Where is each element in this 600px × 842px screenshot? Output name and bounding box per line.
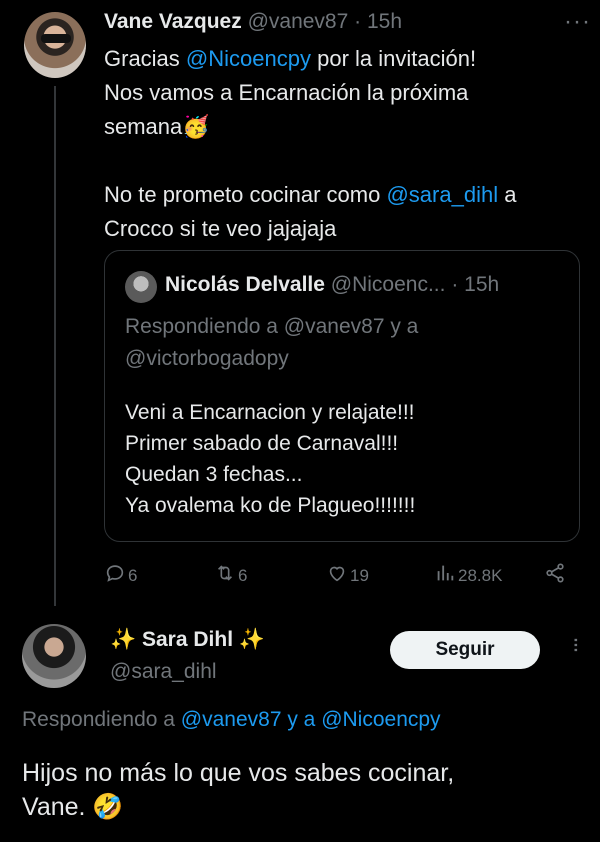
views-button[interactable]: 28.8K [434,562,502,589]
tweet-text: Gracias @Nicoencpy por la invitación! No… [104,42,584,246]
tweet-line: Nos vamos a Encarnación la próxima [104,80,469,105]
separator: · [354,10,362,33]
reply-header: ✨ Sara Dihl ✨ [110,628,265,652]
mention-link[interactable]: @sara_dihl [386,182,498,207]
tweet-line: Gracias @Nicoencpy por la invitación! [104,42,584,76]
views-count: 28.8K [458,565,503,585]
tweet-line: semana🥳 [104,114,210,139]
reply-text: Hijos no más lo que vos sabes cocinar, V… [22,756,582,824]
heart-icon [326,562,348,589]
avatar-sara[interactable] [22,624,86,688]
quote-timestamp: 15h [464,273,500,296]
more-options-icon[interactable]: ··· [562,636,590,651]
quote-line: Primer sabado de Carnaval!!! [125,432,399,455]
reply-button[interactable]: 6 [104,562,137,589]
retweet-count: 6 [238,565,248,585]
quote-header: Nicolás Delvalle @Nicoenc... · 15h [165,273,499,297]
reply-context: Respondiendo a @vanev87 y a @Nicoencpy [22,708,441,732]
quoted-tweet[interactable]: Nicolás Delvalle @Nicoenc... · 15h Respo… [104,250,580,542]
quote-reply-context: Respondiendo a @vanev87 y a @victorbogad… [125,311,565,375]
quote-line: Quedan 3 fechas... [125,463,303,486]
tweet-header: Vane Vazquez @vanev87 · 15h [104,10,402,34]
reply-line: Vane. 🤣 [22,793,124,821]
like-count: 19 [350,565,369,585]
quote-avatar[interactable] [125,271,157,303]
quote-handle: @Nicoenc... [330,273,446,296]
user-handle[interactable]: @vanev87 [248,10,349,33]
sparkle-icon: ✨ [110,628,137,651]
text-segment: No te prometo cocinar como [104,182,387,207]
quote-line: Ya ovalema ko de Plagueo!!!!!!! [125,494,416,517]
tweet-line: Crocco si te veo jajajaja [104,216,337,241]
thread-line [54,86,56,606]
reply-context-line: Respondiendo a @vanev87 y a [125,315,419,338]
quote-line: Veni a Encarnacion y relajate!!! [125,401,415,424]
avatar-vane[interactable] [24,12,86,78]
share-button[interactable] [544,562,566,589]
like-button[interactable]: 19 [326,562,369,589]
reply-context-prefix: Respondiendo a [22,708,181,731]
reply-line: Hijos no más lo que vos sabes cocinar, [22,759,455,787]
separator: · [451,273,459,296]
text-segment: por la invitación! [310,46,477,71]
action-bar: 6 6 19 28.8K [104,556,574,596]
reply-count: 6 [128,565,138,585]
retweet-icon [214,562,236,589]
more-options-icon[interactable]: ··· [564,8,591,36]
reply-context-mentions[interactable]: @vanev87 y a @Nicoencpy [181,708,441,731]
reply-context-line: @victorbogadopy [125,347,289,370]
reply-icon [104,562,126,589]
reply-display-name[interactable]: Sara Dihl [136,628,239,651]
avatar-glasses [41,34,71,43]
timestamp[interactable]: 15h [367,10,402,33]
text-segment: Gracias [104,46,186,71]
sparkle-icon: ✨ [238,628,266,651]
tweet-line: No te prometo cocinar como @sara_dihl a [104,178,584,212]
mention-link[interactable]: @Nicoencpy [186,46,311,71]
quote-text: Veni a Encarnacion y relajate!!! Primer … [125,397,565,521]
reply-handle[interactable]: @sara_dihl [110,660,217,684]
display-name[interactable]: Vane Vazquez [104,10,242,33]
share-icon [544,562,566,589]
follow-button[interactable]: Seguir [390,631,540,669]
retweet-button[interactable]: 6 [214,562,247,589]
quote-display-name: Nicolás Delvalle [165,273,325,296]
views-icon [434,562,456,589]
text-segment: a [498,182,517,207]
